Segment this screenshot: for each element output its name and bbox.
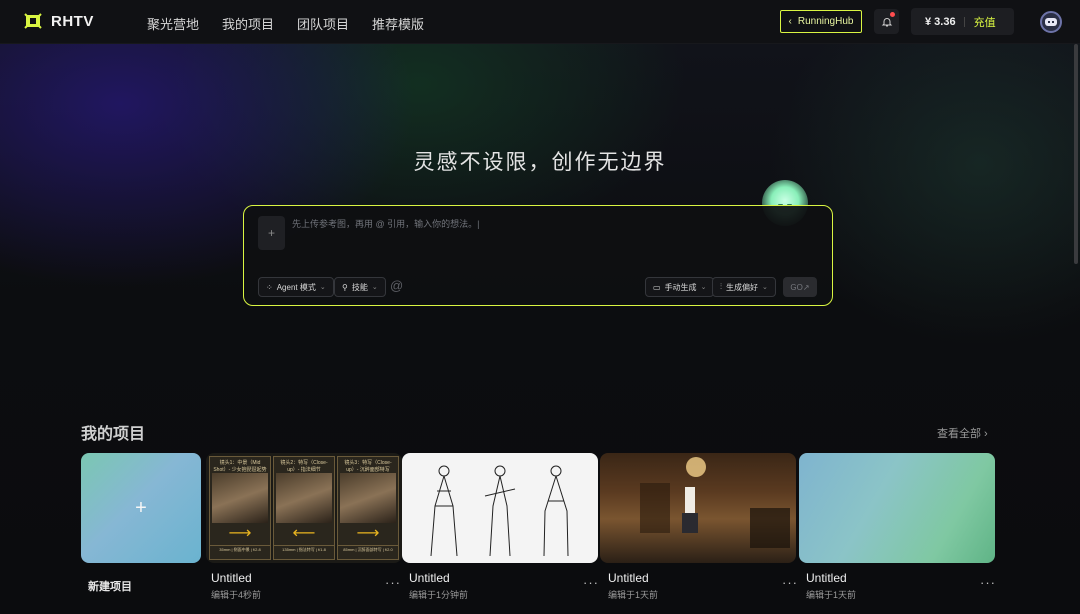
- storyboard-caption: 镜头3：特写（Close-up）- 沉醉面部特写: [344, 460, 392, 473]
- sparkle-icon: ⁘: [266, 282, 273, 292]
- menu-item-my-projects[interactable]: 我的项目: [222, 14, 274, 33]
- storyboard-foot: 35mm | 侧面中景 | f/2.8: [210, 545, 270, 553]
- menu-item-spotlight[interactable]: 聚光营地: [147, 14, 199, 33]
- more-icon[interactable]: ···: [583, 575, 599, 590]
- agent-mode-label: Agent 模式: [276, 282, 316, 292]
- skills-icon: ⚲: [342, 282, 348, 292]
- project-edited-time: 编辑于1分钟前: [409, 590, 469, 600]
- project-edited-time: 编辑于4秒前: [211, 590, 262, 600]
- brand-name[interactable]: RHTV: [51, 13, 94, 30]
- prompt-input[interactable]: 先上传参考图，再用 @ 引用，输入你的想法。|: [292, 217, 479, 230]
- project-edited-time: 编辑于1天前: [806, 590, 857, 600]
- hero-headline: 灵感不设限，创作无边界: [413, 151, 667, 174]
- view-all-link[interactable]: 查看全部 ›: [937, 425, 988, 441]
- storyboard-image: [276, 473, 332, 523]
- rhtv-logo-icon[interactable]: [24, 12, 42, 30]
- chevron-down-icon: ⌄: [371, 284, 378, 291]
- preference-label: 生成偏好: [726, 282, 758, 292]
- scene-illustration: [640, 457, 790, 548]
- prompt-box: + 先上传参考图，再用 @ 引用，输入你的想法。| ⁘ Agent 模式 ⌄ ⚲…: [243, 205, 833, 306]
- new-project-card[interactable]: +: [81, 453, 201, 563]
- plus-icon: +: [267, 226, 275, 240]
- project-meta: Untitled 编辑于1分钟前 ···: [409, 571, 605, 601]
- arrow-left-icon: ⟵: [292, 525, 316, 542]
- manual-label: 手动生成: [664, 282, 697, 292]
- project-thumbnail[interactable]: [402, 453, 598, 563]
- more-icon[interactable]: ···: [385, 575, 401, 590]
- mention-icon[interactable]: @: [390, 278, 403, 293]
- chevron-down-icon: ⌄: [700, 284, 707, 291]
- skills-dropdown[interactable]: ⚲ 技能 ⌄: [334, 277, 386, 297]
- sliders-icon: ⫶: [720, 282, 722, 291]
- menu-item-templates[interactable]: 推荐模版: [372, 14, 424, 33]
- project-thumbnail[interactable]: 镜头1：中景（Mid Shot）- 少女抱琵琶起势 ⟶ 35mm | 侧面中景 …: [206, 453, 402, 563]
- arrow-right-icon: ⟶: [356, 525, 380, 542]
- user-avatar[interactable]: [1040, 11, 1062, 33]
- storyboard-foot: 85mm | 沉醉面部特写 | f/2.0: [338, 545, 398, 553]
- more-icon[interactable]: ···: [782, 575, 798, 590]
- project-meta: Untitled 编辑于1天前 ···: [608, 571, 804, 601]
- storyboard-image: [212, 473, 268, 523]
- message-icon: ▭: [653, 282, 661, 292]
- storyboard-panel: 镜头1：中景（Mid Shot）- 少女抱琵琶起势 ⟶ 35mm | 侧面中景 …: [209, 456, 271, 560]
- storyboard-caption: 镜头2：特写（Close-up）- 指法细节: [280, 460, 328, 473]
- storyboard-foot: 135mm | 指法特写 | f/1.8: [274, 545, 334, 553]
- main-menu: 聚光营地 我的项目 团队项目 推荐模版: [147, 14, 424, 33]
- storyboard-caption: 镜头1：中景（Mid Shot）- 少女抱琵琶起势: [213, 460, 267, 473]
- chevron-down-icon: ⌄: [762, 284, 768, 291]
- project-thumbnail[interactable]: [799, 453, 995, 563]
- project-title[interactable]: Untitled: [608, 571, 804, 585]
- generation-preference-dropdown[interactable]: ⫶ 生成偏好 ⌄: [712, 277, 776, 297]
- chevron-down-icon: ⌄: [319, 284, 326, 291]
- notifications-button[interactable]: [874, 9, 899, 34]
- runninghub-button[interactable]: ‹ RunningHub: [780, 10, 862, 33]
- recharge-button[interactable]: 充值: [974, 14, 996, 30]
- divider: [963, 16, 965, 27]
- project-title[interactable]: Untitled: [211, 571, 407, 585]
- project-title[interactable]: Untitled: [806, 571, 1002, 585]
- wallet: ¥ 3.36 充值: [911, 8, 1014, 35]
- storyboard-panel: 镜头2：特写（Close-up）- 指法细节 ⟵ 135mm | 指法特写 | …: [273, 456, 335, 560]
- chevron-left-icon: ‹: [788, 16, 792, 27]
- project-meta: Untitled 编辑于4秒前 ···: [211, 571, 407, 601]
- agent-mode-dropdown[interactable]: ⁘ Agent 模式 ⌄: [258, 277, 334, 297]
- balance-amount: ¥ 3.36: [925, 15, 956, 28]
- new-project-label: 新建项目: [88, 581, 132, 593]
- project-meta: Untitled 编辑于1天前 ···: [806, 571, 1002, 601]
- project-thumbnail[interactable]: [600, 453, 796, 563]
- storyboard-panel: 镜头3：特写（Close-up）- 沉醉面部特写 ⟶ 85mm | 沉醉面部特写…: [337, 456, 399, 560]
- project-edited-time: 编辑于1天前: [608, 590, 659, 600]
- projects-section-title: 我的项目: [81, 426, 146, 443]
- project-title[interactable]: Untitled: [409, 571, 605, 585]
- character-sketch: [484, 465, 516, 557]
- top-navbar: RHTV 聚光营地 我的项目 团队项目 推荐模版 ‹ RunningHub ¥ …: [0, 0, 1080, 44]
- menu-item-team-projects[interactable]: 团队项目: [297, 14, 349, 33]
- go-button[interactable]: GO↗: [783, 277, 817, 297]
- character-sketch: [430, 465, 458, 557]
- arrow-right-icon: ⟶: [228, 525, 252, 542]
- skills-label: 技能: [351, 282, 368, 292]
- bell-icon: [881, 17, 892, 26]
- more-icon[interactable]: ···: [980, 575, 996, 590]
- plus-icon: +: [135, 496, 147, 519]
- notification-badge: [890, 12, 895, 17]
- storyboard-image: [340, 473, 396, 523]
- manual-generate-dropdown[interactable]: ▭ 手动生成 ⌄: [645, 277, 715, 297]
- character-sketch: [543, 465, 569, 557]
- robot-face-icon: [1045, 18, 1057, 26]
- runninghub-label: RunningHub: [797, 16, 854, 27]
- add-reference-button[interactable]: +: [258, 216, 285, 250]
